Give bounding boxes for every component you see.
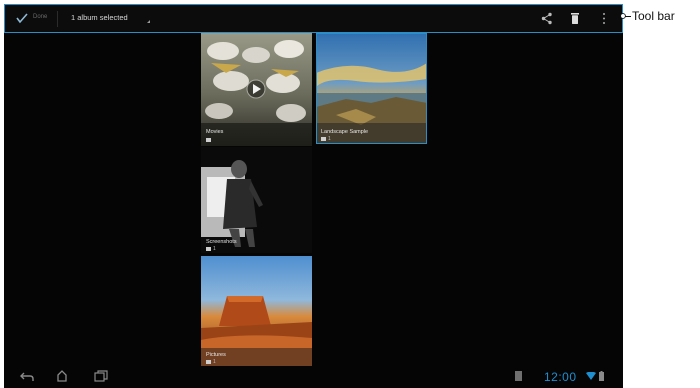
back-icon[interactable]: [20, 370, 34, 382]
wifi-icon: [586, 372, 596, 380]
selection-count-dropdown[interactable]: 1 album selected: [71, 13, 128, 22]
album-name: Screenshots: [206, 239, 237, 245]
album-thumbnail: [201, 147, 312, 253]
home-icon[interactable]: [56, 370, 68, 382]
tool-bar: Done 1 album selected: [4, 4, 623, 33]
album-folder-meta: 1: [321, 136, 331, 142]
delete-icon[interactable]: [570, 12, 580, 25]
folder-icon: [321, 136, 326, 141]
folder-icon: [206, 246, 211, 251]
album-tile-movies[interactable]: Movies: [201, 33, 312, 146]
album-count: 1: [213, 359, 216, 365]
overflow-menu-icon[interactable]: [602, 12, 606, 25]
album-name: Pictures: [206, 352, 226, 358]
album-thumbnail: [316, 33, 427, 144]
album-thumbnail: [201, 256, 312, 366]
dropdown-caret-icon: [147, 20, 150, 23]
toolbar-callout-label: Tool bar: [632, 9, 675, 23]
album-folder-meta: 1: [206, 359, 216, 365]
album-tile-pictures[interactable]: Pictures 1: [201, 256, 312, 366]
album-folder-meta: 1: [206, 246, 216, 252]
album-folder-meta: [206, 137, 213, 143]
album-tile-landscape-sample[interactable]: Landscape Sample 1: [316, 33, 427, 144]
notification-document-icon[interactable]: [514, 370, 523, 382]
recent-apps-icon[interactable]: [94, 370, 108, 382]
folder-icon: [206, 359, 211, 364]
album-name: Landscape Sample: [321, 129, 369, 135]
status-clock[interactable]: 12:00: [544, 370, 577, 384]
share-icon[interactable]: [541, 12, 553, 25]
album-count: 1: [213, 246, 216, 252]
system-nav-bar: 12:00: [4, 366, 623, 388]
album-tile-screenshots[interactable]: Screenshots 1: [201, 147, 312, 253]
folder-icon: [206, 137, 211, 142]
done-label[interactable]: Done: [33, 14, 47, 20]
gallery-screen: Done 1 album selected Movies Landscape S…: [4, 4, 623, 388]
battery-icon: [599, 371, 604, 381]
callout-dot-icon: [620, 13, 626, 19]
album-name: Movies: [206, 129, 224, 135]
album-count: 1: [328, 136, 331, 142]
checkmark-icon[interactable]: [15, 12, 29, 24]
toolbar-divider: [57, 11, 58, 27]
